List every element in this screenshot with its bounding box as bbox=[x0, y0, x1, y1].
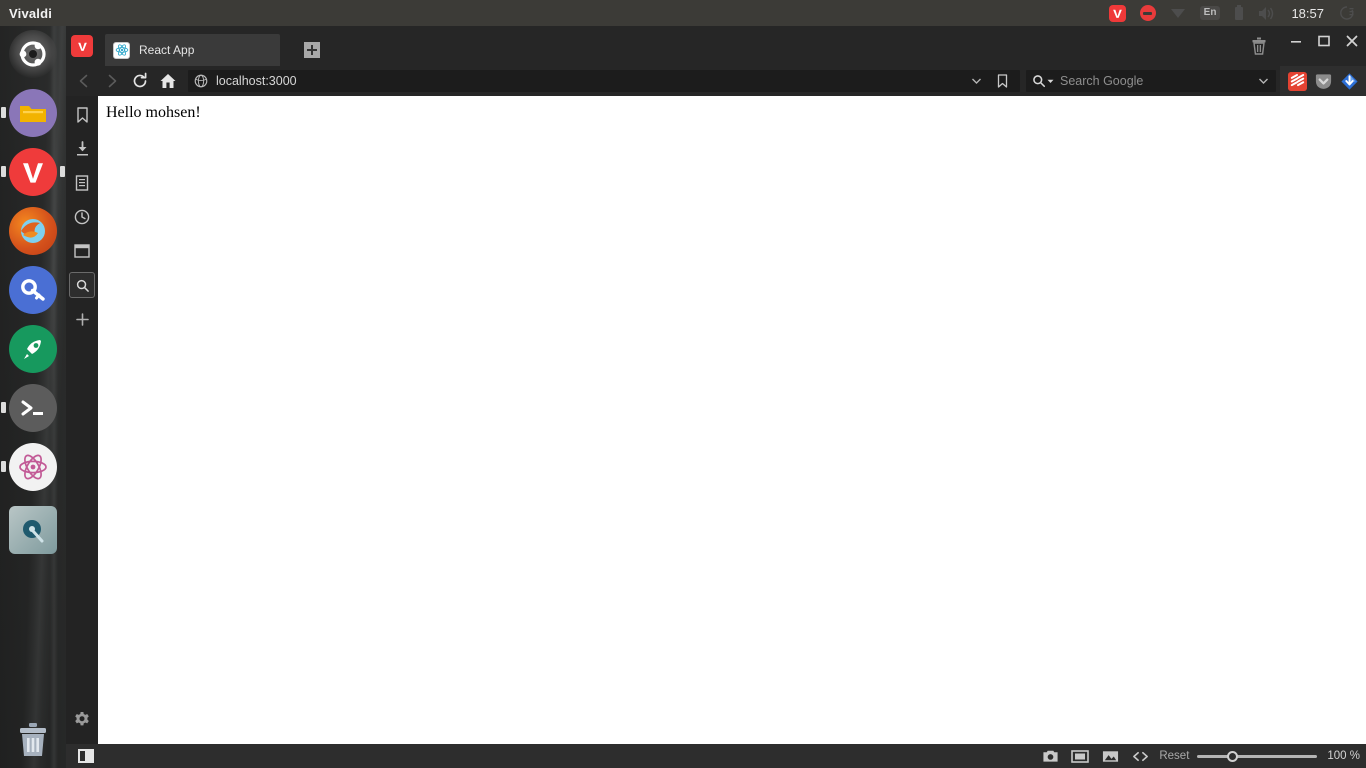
launcher-item-files[interactable] bbox=[1, 89, 57, 137]
system-top-panel: Vivaldi En 18:57 bbox=[0, 0, 1366, 26]
rocket-icon bbox=[9, 325, 57, 373]
launcher-running-pip bbox=[1, 166, 6, 177]
zoom-slider[interactable] bbox=[1197, 744, 1318, 768]
page-heading: Hello mohsen! bbox=[106, 104, 201, 121]
home-button[interactable] bbox=[154, 67, 182, 95]
firefox-logo-icon bbox=[9, 207, 57, 255]
ubuntu-logo-icon bbox=[9, 30, 57, 78]
window-controls bbox=[1244, 26, 1366, 66]
disc-app-icon bbox=[9, 506, 57, 554]
panel-toggle-button[interactable] bbox=[78, 749, 94, 763]
url-input-field[interactable]: localhost:3000 bbox=[188, 70, 1020, 92]
status-bar-right: Reset 100 % bbox=[1035, 744, 1360, 768]
tab-bar: React App bbox=[66, 26, 1366, 66]
zoom-reset-button[interactable]: Reset bbox=[1159, 750, 1189, 762]
maximize-button[interactable] bbox=[1310, 28, 1338, 54]
toggle-images-button[interactable] bbox=[1095, 744, 1125, 768]
panel-item-history[interactable] bbox=[69, 204, 95, 230]
vivaldi-menu-button[interactable] bbox=[71, 35, 93, 57]
launcher-item-vivaldi[interactable] bbox=[1, 148, 65, 196]
gear-icon bbox=[75, 712, 89, 726]
key-icon bbox=[9, 266, 57, 314]
tray-vivaldi-icon[interactable] bbox=[1102, 0, 1133, 26]
keyboard-layout-label: En bbox=[1199, 6, 1221, 20]
launcher-focused-pip bbox=[60, 166, 65, 177]
url-dropdown-button[interactable] bbox=[962, 78, 991, 84]
launcher-running-pip bbox=[1, 402, 6, 413]
bookmark-icon[interactable] bbox=[991, 74, 1014, 88]
terminal-prompt-icon bbox=[1, 384, 57, 432]
panel-item-bookmarks[interactable] bbox=[69, 102, 95, 128]
atom-logo-icon bbox=[1, 443, 57, 491]
search-engine-dropdown-icon[interactable] bbox=[1047, 79, 1054, 84]
search-dropdown-button[interactable] bbox=[1259, 78, 1270, 84]
tab-react-app[interactable]: React App bbox=[105, 34, 280, 66]
address-bar: localhost:3000 Search Google bbox=[66, 66, 1366, 96]
panel-item-downloads[interactable] bbox=[69, 136, 95, 162]
vivaldi-browser-window: React App localhost:3000 Search Google H… bbox=[66, 26, 1366, 768]
extension-todoist-button[interactable] bbox=[1284, 68, 1310, 94]
reload-button[interactable] bbox=[126, 67, 154, 95]
search-placeholder: Search Google bbox=[1060, 74, 1144, 88]
launcher-item-terminal[interactable] bbox=[1, 384, 57, 432]
zoom-slider-track bbox=[1197, 754, 1318, 758]
web-page-content[interactable]: Hello mohsen! bbox=[98, 96, 1366, 744]
unity-launcher bbox=[0, 26, 66, 768]
launcher-running-pip bbox=[1, 461, 6, 472]
search-input-field[interactable]: Search Google bbox=[1026, 70, 1276, 92]
forward-button[interactable] bbox=[98, 67, 126, 95]
url-field-actions bbox=[962, 74, 1014, 88]
tray-battery-icon[interactable] bbox=[1227, 0, 1251, 26]
capture-page-button[interactable] bbox=[1035, 744, 1065, 768]
desktop-screen: Vivaldi En 18:57 React App localhost:300… bbox=[0, 0, 1366, 768]
browser-body: Hello mohsen! bbox=[66, 96, 1366, 744]
panel-item-settings[interactable] bbox=[69, 706, 95, 732]
back-button[interactable] bbox=[70, 67, 98, 95]
tray-volume-icon[interactable] bbox=[1251, 0, 1283, 26]
globe-icon bbox=[194, 74, 208, 88]
zoom-slider-handle[interactable] bbox=[1227, 750, 1239, 762]
system-tray: En 18:57 bbox=[1102, 0, 1366, 26]
panel-item-window[interactable] bbox=[69, 238, 95, 264]
launcher-item-atom[interactable] bbox=[1, 443, 57, 491]
launcher-item-keepass[interactable] bbox=[9, 266, 57, 314]
extension-download-helper-button[interactable] bbox=[1336, 68, 1362, 94]
tile-windows-button[interactable] bbox=[1065, 744, 1095, 768]
launcher-item-trash[interactable] bbox=[9, 716, 57, 764]
react-logo-icon bbox=[113, 41, 130, 59]
launcher-item-ubuntu-dash[interactable] bbox=[9, 30, 57, 78]
developer-tools-button[interactable] bbox=[1125, 744, 1155, 768]
status-bar: Reset 100 % bbox=[66, 744, 1366, 768]
closed-tabs-trash-button[interactable] bbox=[1244, 31, 1274, 61]
url-text: localhost:3000 bbox=[216, 74, 297, 88]
extension-pocket-button[interactable] bbox=[1310, 68, 1336, 94]
tray-network-icon[interactable] bbox=[1163, 0, 1193, 26]
panel-item-add-panel[interactable] bbox=[69, 306, 95, 332]
launcher-item-app-misc[interactable] bbox=[9, 506, 57, 554]
zoom-level-label: 100 % bbox=[1327, 750, 1360, 762]
system-clock[interactable]: 18:57 bbox=[1283, 6, 1332, 21]
panel-item-notes[interactable] bbox=[69, 170, 95, 196]
panel-item-search[interactable] bbox=[69, 272, 95, 298]
new-tab-button[interactable] bbox=[304, 42, 320, 58]
side-panel-bar bbox=[66, 96, 98, 744]
tray-keyboard-layout-icon[interactable]: En bbox=[1193, 0, 1228, 26]
tray-do-not-disturb-icon[interactable] bbox=[1133, 0, 1163, 26]
close-button[interactable] bbox=[1338, 28, 1366, 54]
extensions-toolbar bbox=[1280, 66, 1366, 96]
folder-icon bbox=[1, 89, 57, 137]
active-app-title[interactable]: Vivaldi bbox=[9, 6, 52, 21]
search-magnifier-icon bbox=[1032, 74, 1046, 88]
tray-session-icon[interactable] bbox=[1332, 0, 1362, 26]
minimize-button[interactable] bbox=[1282, 28, 1310, 54]
tab-title: React App bbox=[139, 43, 195, 57]
launcher-item-postman[interactable] bbox=[9, 325, 57, 373]
launcher-item-firefox[interactable] bbox=[9, 207, 57, 255]
launcher-running-pip bbox=[1, 107, 6, 118]
trash-can-icon bbox=[9, 716, 57, 764]
vivaldi-logo-icon bbox=[1, 148, 65, 196]
